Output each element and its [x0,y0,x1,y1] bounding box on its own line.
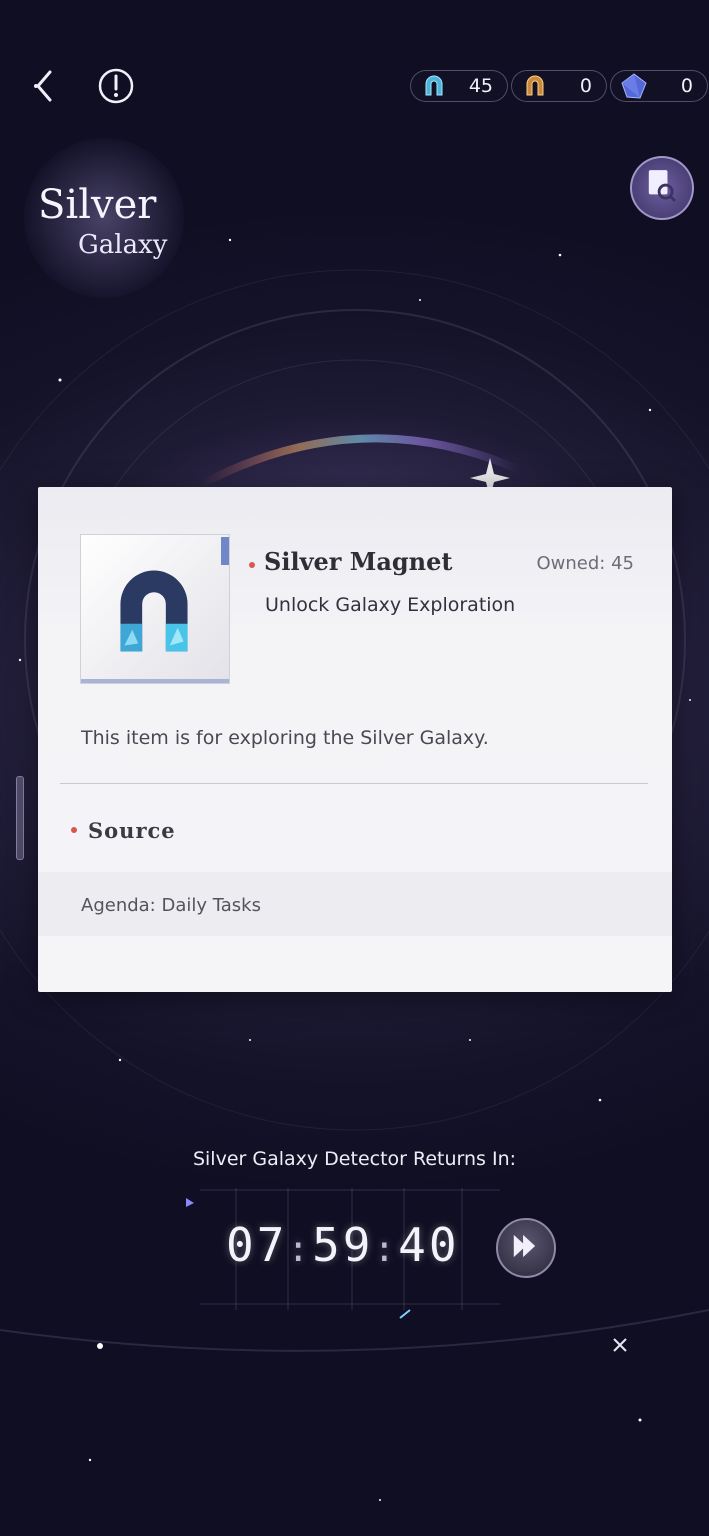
thumbnail-tag [221,537,229,565]
source-bullet-dot [71,827,77,833]
side-scroll-handle[interactable] [16,776,24,860]
play-icon [513,1234,536,1258]
timer-minutes: 59 [312,1218,374,1272]
silver-galaxy-logo: Silver Galaxy [24,138,194,298]
fast-forward-button[interactable] [496,1218,556,1278]
logo-title-galaxy: Galaxy [78,230,168,260]
item-detail-panel: Silver Magnet Owned: 45 Unlock Galaxy Ex… [38,487,672,992]
back-icon[interactable] [28,66,64,106]
info-alert-icon[interactable] [96,66,136,106]
logo-title-silver: Silver [38,182,157,228]
blue-crystal-counter[interactable]: 0 [610,70,708,102]
item-name: Silver Magnet [264,547,453,576]
blue-crystal-count: 0 [680,75,693,97]
timer-hours: 07 [226,1218,288,1272]
silver-magnet-image-icon [120,570,188,652]
owned-count: Owned: 45 [536,553,635,574]
close-icon[interactable] [606,1331,634,1359]
silver-magnet-counter[interactable]: 45 [410,70,508,102]
title-bullet-dot [249,562,255,568]
blue-crystal-icon [621,73,647,99]
countdown-timer: 07:59:40 [226,1218,460,1272]
item-thumbnail [80,534,230,684]
item-subtitle: Unlock Galaxy Exploration [265,594,516,616]
search-document-button[interactable] [630,156,694,220]
source-heading: Source [88,818,176,843]
gold-magnet-counter[interactable]: 0 [511,70,607,102]
source-item-daily-tasks[interactable]: Agenda: Daily Tasks [81,895,261,916]
gold-magnet-icon [526,75,544,96]
timer-seconds: 40 [398,1218,460,1272]
item-description: This item is for exploring the Silver Ga… [81,727,489,749]
timer-separator: : [287,1229,313,1270]
document-search-icon [648,170,676,202]
timer-separator: : [373,1229,399,1270]
silver-magnet-icon [425,75,443,96]
section-divider [60,783,648,784]
detector-timer-label: Silver Galaxy Detector Returns In: [192,1148,517,1170]
gold-magnet-count: 0 [579,75,592,97]
silver-magnet-count: 45 [468,75,493,97]
